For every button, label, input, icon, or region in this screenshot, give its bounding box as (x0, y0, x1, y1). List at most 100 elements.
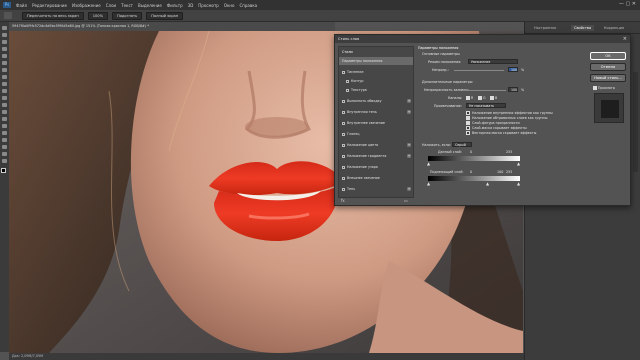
preview-checkbox[interactable] (593, 86, 597, 90)
channel-b-checkbox[interactable] (490, 96, 494, 100)
fx-texture[interactable]: Текстура (339, 86, 413, 94)
fit-button[interactable]: Подогнать (112, 11, 143, 20)
fill-opacity-slider[interactable] (462, 90, 506, 91)
underlying-split-handle[interactable]: ▲ (486, 181, 489, 186)
blend-if-select[interactable]: Серый (452, 142, 472, 147)
blur-tool-icon[interactable] (2, 110, 7, 114)
opacity-slider[interactable] (454, 70, 504, 71)
checkbox[interactable] (342, 110, 345, 114)
full-screen-button[interactable]: Полный экран (146, 11, 184, 20)
menu-type[interactable]: Текст (121, 3, 133, 8)
transparency-shapes-checkbox[interactable] (466, 121, 470, 125)
blend-clipped-checkbox[interactable] (466, 116, 470, 120)
cancel-button[interactable]: Отмена (590, 63, 626, 71)
hand-tool-icon[interactable] (2, 152, 7, 156)
checkbox[interactable] (342, 121, 345, 125)
eraser-tool-icon[interactable] (2, 96, 7, 100)
close-icon[interactable]: × (623, 35, 627, 43)
window-controls[interactable]: — ▢ ✕ (619, 1, 636, 7)
blend-interior-checkbox[interactable] (466, 111, 470, 115)
checkbox[interactable] (342, 143, 345, 147)
hand-tool-icon[interactable] (4, 12, 12, 19)
underlying-white-handle[interactable]: ▲ (517, 181, 520, 186)
checkbox[interactable] (346, 79, 349, 83)
checkbox[interactable] (342, 176, 345, 180)
menu-help[interactable]: Справка (239, 3, 257, 8)
menu-select[interactable]: Выделение (138, 3, 162, 8)
channel-g-checkbox[interactable] (478, 96, 482, 100)
opacity-input[interactable]: 100 (508, 67, 518, 72)
tab-properties[interactable]: Свойства (571, 25, 595, 31)
trash-icon[interactable]: ▭ (404, 198, 408, 203)
menu-3d[interactable]: 3D (188, 3, 194, 8)
fx-pattern-overlay[interactable]: Наложение узора (339, 163, 413, 171)
menu-filter[interactable]: Фильтр (167, 3, 183, 8)
fx-icon[interactable]: fx (341, 198, 345, 203)
dodge-tool-icon[interactable] (2, 117, 7, 121)
type-tool-icon[interactable] (2, 131, 7, 135)
stamp-tool-icon[interactable] (2, 82, 7, 86)
healing-tool-icon[interactable] (2, 68, 7, 72)
fx-color-overlay[interactable]: Наложение цвета + (339, 141, 413, 149)
document-tab[interactable]: 5947f0a0f9fc572dc4d9bc5f90d5e80.jpg @ 15… (9, 22, 335, 31)
fit-screen-button[interactable]: Пересчитать на весь экран (22, 11, 84, 20)
history-brush-tool-icon[interactable] (2, 89, 7, 93)
menu-edit[interactable]: Редактирование (32, 3, 67, 8)
channel-r-checkbox[interactable] (466, 96, 470, 100)
layer-mask-hides-checkbox[interactable] (466, 126, 470, 130)
crop-tool-icon[interactable] (2, 54, 7, 58)
menu-window[interactable]: Окно (224, 3, 235, 8)
fx-bevel-emboss[interactable]: Тиснение (339, 68, 413, 76)
fx-blending-options[interactable]: Параметры наложения (339, 57, 413, 65)
marquee-tool-icon[interactable] (2, 33, 7, 37)
menu-file[interactable]: Файл (16, 3, 27, 8)
blend-mode-select[interactable]: Умножение (468, 59, 518, 64)
fx-inner-shadow[interactable]: Внутренняя тень + (339, 108, 413, 116)
checkbox[interactable] (342, 70, 345, 74)
add-icon[interactable]: + (407, 154, 411, 158)
new-style-button[interactable]: Новый стиль... (590, 74, 626, 82)
checkbox[interactable] (346, 88, 349, 92)
tab-settings[interactable]: Настроения (531, 25, 559, 31)
checkbox[interactable] (342, 187, 345, 191)
fx-stroke[interactable]: Выполнить обводку + (339, 97, 413, 105)
fx-inner-glow[interactable]: Внутреннее свечение (339, 119, 413, 127)
pen-tool-icon[interactable] (2, 124, 7, 128)
menu-view[interactable]: Просмотр (198, 3, 219, 8)
move-tool-icon[interactable] (2, 26, 7, 30)
fill-opacity-input[interactable]: 100 (508, 87, 518, 92)
checkbox[interactable] (342, 165, 345, 169)
gradient-tool-icon[interactable] (2, 103, 7, 107)
this-layer-black-handle[interactable]: ▲ (427, 161, 430, 166)
vector-mask-hides-checkbox[interactable] (466, 131, 470, 135)
fx-outer-glow[interactable]: Внешнее свечение (339, 174, 413, 182)
ok-button[interactable]: OK (590, 52, 626, 60)
fx-drop-shadow[interactable]: Тень + (339, 185, 413, 193)
zoom-tool-icon[interactable] (2, 159, 7, 163)
add-icon[interactable]: + (407, 99, 411, 103)
fx-contour[interactable]: Контур (339, 77, 413, 85)
menu-layer[interactable]: Слои (106, 3, 116, 8)
checkbox[interactable] (342, 132, 345, 136)
shape-tool-icon[interactable] (2, 145, 7, 149)
add-icon[interactable]: + (407, 110, 411, 114)
fx-satin[interactable]: Глянец (339, 130, 413, 138)
eyedropper-tool-icon[interactable] (2, 61, 7, 65)
checkbox[interactable] (342, 154, 345, 158)
quick-select-tool-icon[interactable] (2, 47, 7, 51)
foreground-color-swatch[interactable] (1, 168, 6, 173)
menu-image[interactable]: Изображение (72, 3, 101, 8)
fx-gradient-overlay[interactable]: Наложение градиента + (339, 152, 413, 160)
this-layer-white-handle[interactable]: ▲ (517, 161, 520, 166)
checkbox[interactable] (342, 99, 345, 103)
tab-adjustments[interactable]: Коррекция (601, 25, 627, 31)
add-icon[interactable]: + (407, 143, 411, 147)
brush-tool-icon[interactable] (2, 75, 7, 79)
lasso-tool-icon[interactable] (2, 40, 7, 44)
styles-header[interactable]: Стили (339, 48, 413, 56)
knockout-select[interactable]: Не показывать (466, 103, 506, 108)
zoom-100-button[interactable]: 100% (87, 11, 109, 20)
add-icon[interactable]: + (407, 187, 411, 191)
underlying-black-handle[interactable]: ▲ (427, 181, 430, 186)
path-select-tool-icon[interactable] (2, 138, 7, 142)
